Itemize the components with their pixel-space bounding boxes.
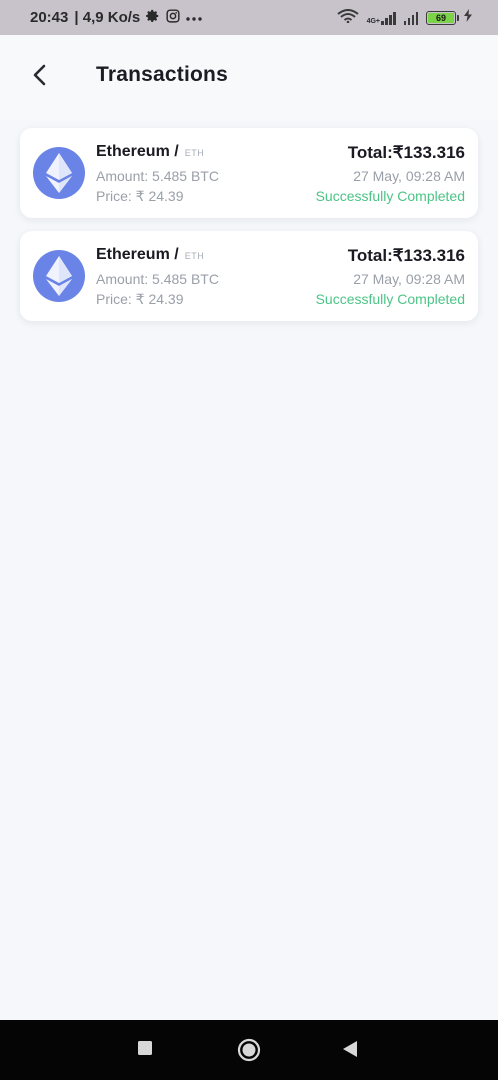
status-bar: 20:43 | 4,9 Ko/s 4G+ 69 — [0, 0, 498, 35]
coin-name: Ethereum / — [96, 143, 179, 160]
app-header: Transactions — [0, 35, 498, 120]
transaction-card[interactable]: Ethereum / ETH Amount: 5.485 BTC Price: … — [20, 231, 478, 321]
status-network-speed: | 4,9 Ko/s — [74, 9, 141, 26]
chevron-left-icon — [33, 64, 46, 86]
signal-bars-2-icon — [403, 11, 418, 25]
coin-symbol: ETH — [184, 251, 205, 261]
instagram-icon — [166, 8, 180, 27]
square-icon — [138, 1041, 152, 1055]
home-button[interactable] — [237, 1038, 261, 1067]
ethereum-icon — [33, 147, 85, 199]
ethereum-icon — [33, 250, 85, 302]
more-dots-icon — [186, 9, 202, 26]
recent-apps-button[interactable] — [137, 1040, 153, 1061]
triangle-back-icon — [343, 1041, 357, 1057]
transaction-card[interactable]: Ethereum / ETH Amount: 5.485 BTC Price: … — [20, 128, 478, 218]
transaction-price: Price: ₹ 24.39 — [96, 291, 184, 307]
circle-icon — [237, 1038, 261, 1062]
transaction-total: Total:₹133.316 — [347, 246, 465, 265]
coin-name-row: Ethereum / ETH — [96, 143, 204, 161]
status-time: 20:43 — [30, 9, 69, 26]
signal-1: 4G+ — [367, 11, 396, 25]
coin-name-row: Ethereum / ETH — [96, 246, 204, 264]
transaction-date: 27 May, 09:28 AM — [353, 271, 465, 287]
battery-level: 69 — [428, 12, 454, 23]
transaction-list: Ethereum / ETH Amount: 5.485 BTC Price: … — [20, 128, 478, 334]
charging-bolt-icon — [464, 9, 472, 26]
signal-bars-icon — [381, 11, 396, 25]
transaction-price: Price: ₹ 24.39 — [96, 188, 184, 204]
wifi-icon — [336, 8, 359, 27]
settings-gear-icon — [146, 9, 160, 27]
transaction-amount: Amount: 5.485 BTC — [96, 271, 219, 287]
transaction-status: Successfully Completed — [315, 291, 465, 307]
transaction-total: Total:₹133.316 — [347, 143, 465, 162]
network-type-label: 4G+ — [366, 17, 380, 25]
page-title: Transactions — [96, 63, 228, 86]
coin-symbol: ETH — [184, 148, 205, 158]
status-left: 20:43 | 4,9 Ko/s — [30, 8, 202, 27]
coin-name: Ethereum / — [96, 246, 179, 263]
transaction-status: Successfully Completed — [315, 188, 465, 204]
transaction-amount: Amount: 5.485 BTC — [96, 168, 219, 184]
system-back-button[interactable] — [342, 1040, 358, 1063]
battery-icon: 69 — [426, 10, 459, 25]
transaction-date: 27 May, 09:28 AM — [353, 168, 465, 184]
system-navigation-bar — [0, 1020, 498, 1080]
status-right: 4G+ 69 — [336, 8, 472, 27]
back-button[interactable] — [24, 59, 56, 91]
